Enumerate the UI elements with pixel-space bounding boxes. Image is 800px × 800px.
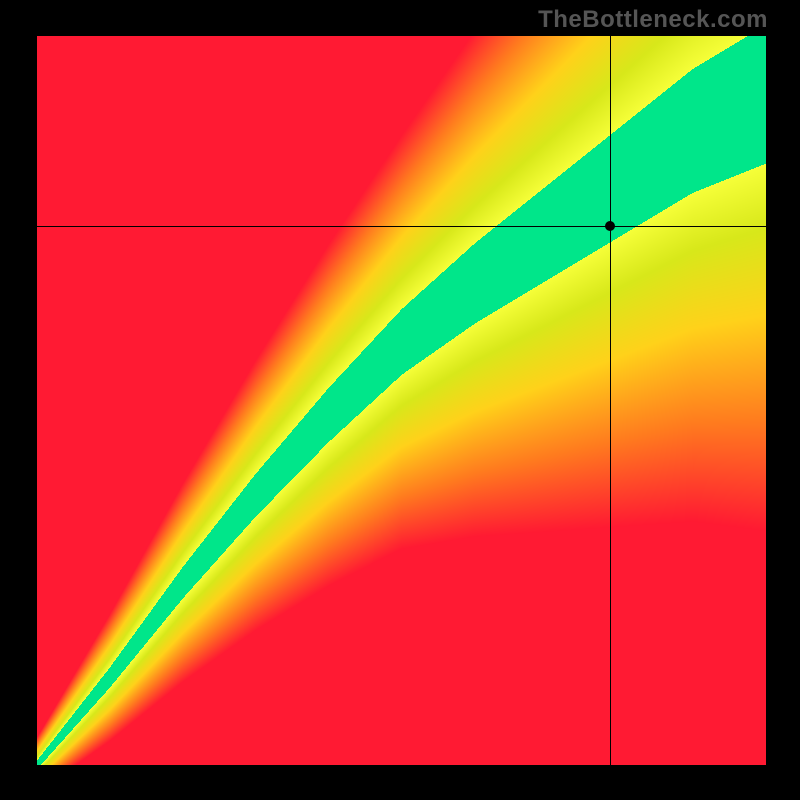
selection-marker [605,221,615,231]
watermark-text: TheBottleneck.com [538,6,768,34]
crosshair-vertical [610,36,611,765]
chart-frame: TheBottleneck.com [0,0,800,800]
crosshair-horizontal [37,226,766,227]
bottleneck-heatmap [37,36,766,765]
